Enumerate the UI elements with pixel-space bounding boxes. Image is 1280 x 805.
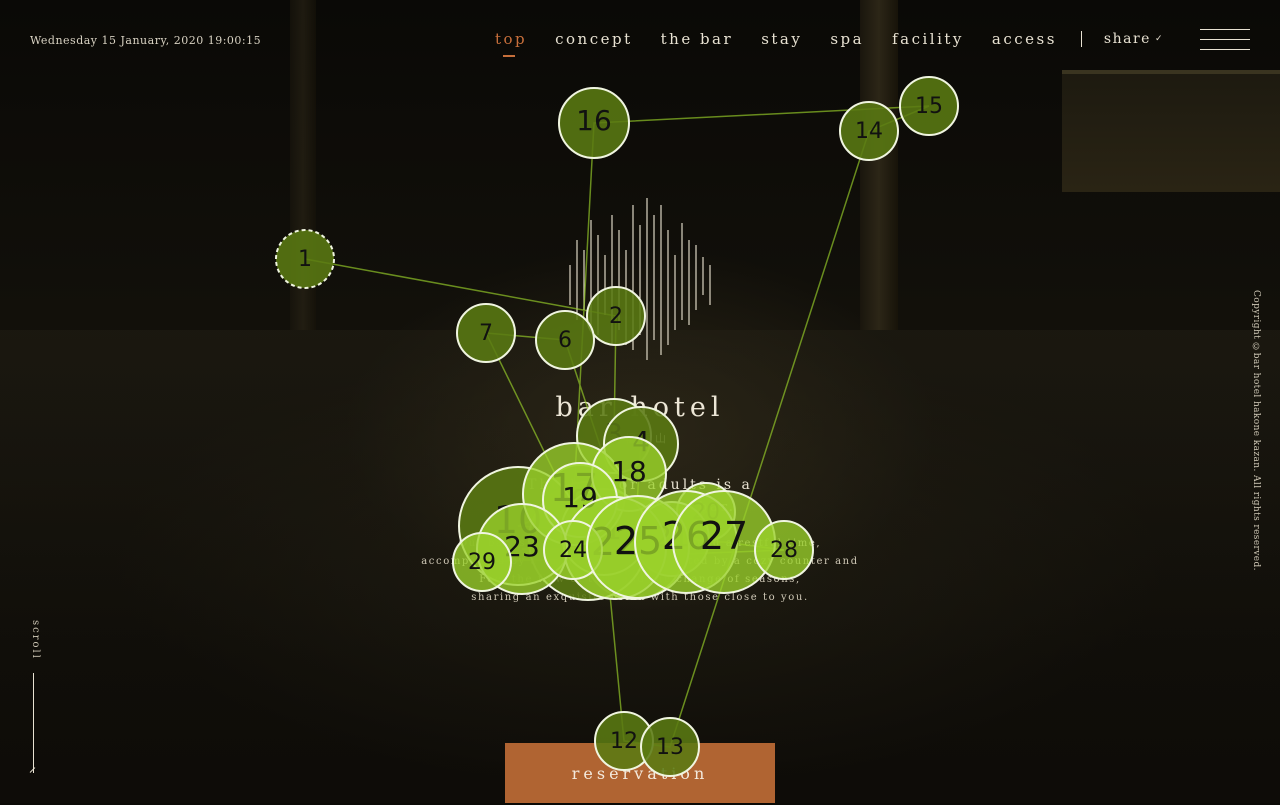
copyright-text: Copyright ©bar hotel hakone kazan. All r… xyxy=(1251,290,1261,571)
background-pillar xyxy=(290,0,316,330)
share-button[interactable]: share ✓ xyxy=(1104,31,1164,47)
nav-top[interactable]: top xyxy=(495,30,527,57)
nav-the-bar[interactable]: the bar xyxy=(661,30,734,48)
main-nav: top concept the bar stay spa facility ac… xyxy=(467,30,1164,57)
background-pillar xyxy=(860,0,898,330)
concept-line: Feel the flow of time and the change of … xyxy=(479,574,801,585)
nav-access[interactable]: access xyxy=(992,30,1057,48)
nav-separator xyxy=(1080,31,1082,47)
brand-subtitle: 箱根香山 xyxy=(610,432,670,445)
nav-concept[interactable]: concept xyxy=(555,30,633,48)
concept-lead-1: The bar for adults is a xyxy=(527,477,753,493)
brand-name: bar hotel xyxy=(555,392,725,423)
concept-lead-2: bar to stay at a bar. xyxy=(544,500,736,515)
chevron-down-icon: ✓ xyxy=(1154,34,1164,44)
hamburger-icon[interactable] xyxy=(1200,29,1250,51)
nav-facility[interactable]: facility xyxy=(892,30,964,48)
reservation-button[interactable]: reservation xyxy=(505,743,775,803)
concept-line: sharing an exquisite drink with those cl… xyxy=(471,592,809,603)
concept-line: Our bar is a place where you can spend a… xyxy=(458,538,822,549)
logo-mark-icon xyxy=(569,198,711,360)
share-label: share xyxy=(1103,31,1151,47)
nav-spa[interactable]: spa xyxy=(830,30,864,48)
nav-stay[interactable]: stay xyxy=(761,30,802,48)
scroll-indicator[interactable] xyxy=(33,673,34,773)
background-window xyxy=(1062,70,1280,192)
scroll-label: scroll xyxy=(30,620,41,660)
current-datetime: Wednesday 15 January, 2020 19:00:15 xyxy=(30,34,262,47)
